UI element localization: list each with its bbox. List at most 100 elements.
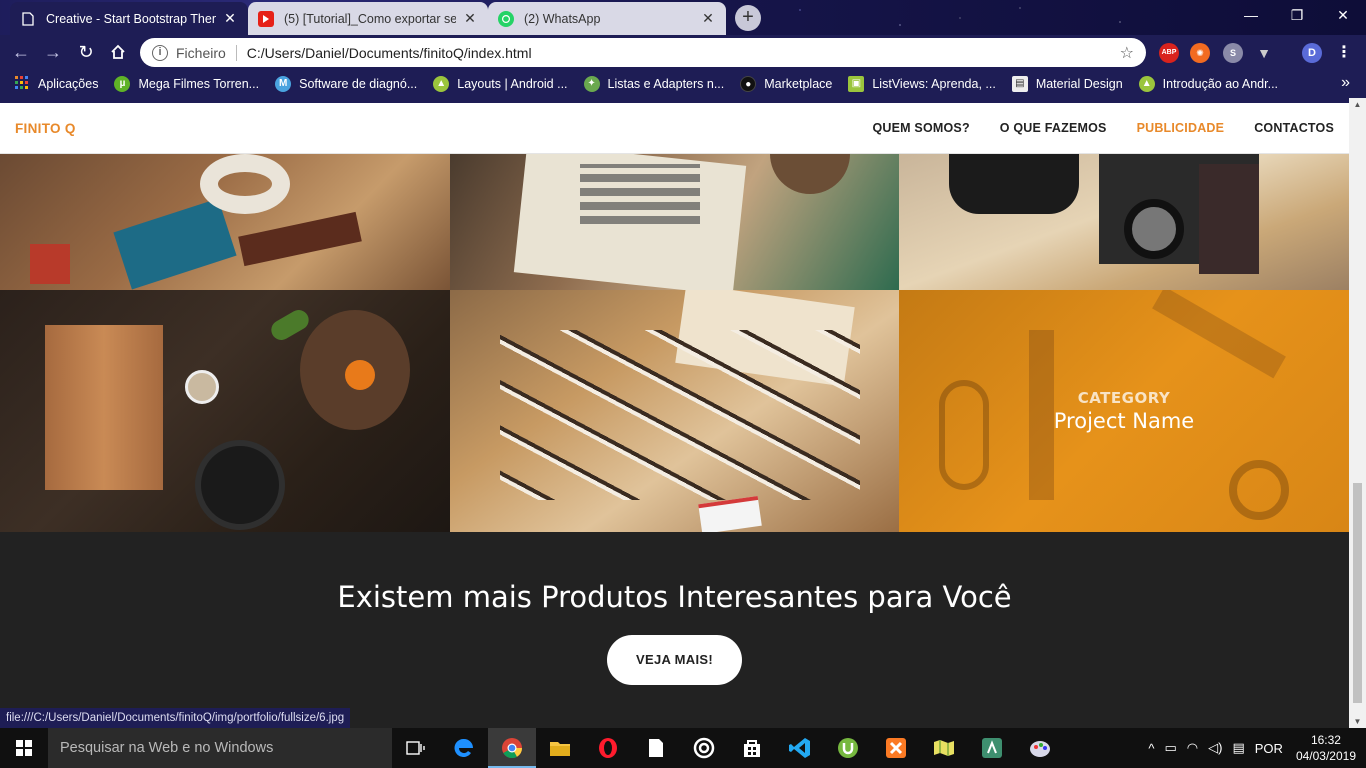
project-name: Project Name bbox=[1053, 409, 1195, 433]
m-logo-icon: M bbox=[275, 76, 292, 92]
tab-title: (5) [Tutorial]_Como exportar seu bbox=[284, 11, 456, 26]
cta-heading: Existem mais Produtos Interesantes para … bbox=[337, 580, 1012, 614]
bookmark-item[interactable]: ▲ Layouts | Android ... bbox=[433, 76, 568, 92]
vscode-icon[interactable] bbox=[776, 728, 824, 768]
clock-time: 16:32 bbox=[1310, 733, 1341, 747]
android-studio-icon[interactable] bbox=[968, 728, 1016, 768]
forward-icon[interactable]: → bbox=[40, 39, 66, 65]
veja-mais-button[interactable]: VEJA MAIS! bbox=[607, 635, 742, 685]
bookmark-item[interactable]: ▲ Introdução ao Andr... bbox=[1138, 76, 1278, 92]
bookmarks-bar: Aplicações µ Mega Filmes Torren... M Sof… bbox=[0, 70, 1366, 98]
whatsapp-icon bbox=[498, 10, 514, 27]
system-tray: ^ ▭ ◠ ◁) ▤ POR 16:32 04/03/2019 bbox=[1143, 728, 1366, 768]
close-icon[interactable]: ✕ bbox=[222, 10, 238, 27]
chrome-icon[interactable] bbox=[488, 728, 536, 768]
store-icon[interactable] bbox=[728, 728, 776, 768]
windows-taskbar: Pesquisar na Web e no Windows ^ ▭ ◠ ◁) ▤… bbox=[0, 728, 1366, 768]
paint-icon[interactable] bbox=[1016, 728, 1064, 768]
system-clock[interactable]: 16:32 04/03/2019 bbox=[1296, 732, 1356, 764]
page-scrollbar[interactable]: ▲ ▼ bbox=[1349, 98, 1366, 728]
bookmark-item[interactable]: µ Mega Filmes Torren... bbox=[114, 76, 259, 92]
bookmark-item[interactable]: M Software de diagnó... bbox=[275, 76, 417, 92]
close-icon[interactable]: ✕ bbox=[700, 10, 716, 27]
address-bar[interactable]: i Ficheiro C:/Users/Daniel/Documents/fin… bbox=[140, 38, 1146, 67]
map-app-icon[interactable] bbox=[920, 728, 968, 768]
portfolio-tile-3[interactable] bbox=[899, 154, 1349, 290]
menu-item-contactos[interactable]: CONTACTOS bbox=[1254, 121, 1334, 135]
notepad-icon[interactable] bbox=[632, 728, 680, 768]
back-icon[interactable]: ← bbox=[8, 39, 34, 65]
portfolio-tile-5[interactable] bbox=[450, 290, 899, 532]
menu-item-quem-somos[interactable]: QUEM SOMOS? bbox=[872, 121, 969, 135]
tab-title: (2) WhatsApp bbox=[524, 11, 601, 26]
taskbar-search-input[interactable]: Pesquisar na Web e no Windows bbox=[48, 728, 392, 768]
bookmark-item[interactable]: Aplicações bbox=[14, 76, 98, 92]
profile-avatar[interactable]: D bbox=[1302, 43, 1322, 63]
notification-icon[interactable]: ▤ bbox=[1232, 740, 1244, 756]
opera-icon[interactable] bbox=[584, 728, 632, 768]
bookmark-item[interactable]: ▤ Material Design bbox=[1011, 76, 1123, 92]
tab-creative[interactable]: Creative - Start Bootstrap Theme ✕ bbox=[10, 2, 248, 35]
chevron-right-icon[interactable]: » bbox=[1341, 74, 1350, 92]
tab-whatsapp[interactable]: (2) WhatsApp ✕ bbox=[488, 2, 726, 35]
project-category: CATEGORY bbox=[1077, 389, 1171, 407]
chevron-up-icon[interactable]: ^ bbox=[1148, 741, 1154, 756]
portfolio-tile-2[interactable] bbox=[450, 154, 899, 290]
project-overlay: CATEGORY Project Name bbox=[899, 290, 1349, 532]
volume-icon[interactable]: ◁) bbox=[1208, 740, 1222, 756]
scroll-down-icon[interactable]: ▼ bbox=[1349, 717, 1366, 726]
skype-icon[interactable]: S bbox=[1223, 43, 1243, 63]
restore-icon[interactable]: ❐ bbox=[1274, 0, 1320, 30]
page-icon bbox=[20, 11, 36, 27]
address-scheme: Ficheiro bbox=[176, 44, 226, 61]
bookmark-item[interactable]: ✦ Listas e Adapters n... bbox=[583, 76, 724, 92]
bookmark-star-icon[interactable]: ☆ bbox=[1120, 43, 1134, 63]
menu-item-o-que-fazemos[interactable]: O QUE FAZEMOS bbox=[1000, 121, 1107, 135]
portfolio-tile-1[interactable] bbox=[0, 154, 450, 290]
target-app-icon[interactable] bbox=[680, 728, 728, 768]
vpn-icon[interactable]: ▼ bbox=[1254, 43, 1274, 63]
scroll-up-icon[interactable]: ▲ bbox=[1349, 100, 1366, 109]
youtube-icon bbox=[258, 10, 274, 27]
file-explorer-icon[interactable] bbox=[536, 728, 584, 768]
site-brand[interactable]: FINITO Q bbox=[15, 121, 76, 136]
close-icon[interactable]: ✕ bbox=[462, 10, 478, 27]
bookmark-item[interactable]: ● Marketplace bbox=[740, 76, 832, 92]
adblock-icon[interactable]: ABP bbox=[1159, 43, 1179, 63]
wifi-icon[interactable]: ◠ bbox=[1187, 740, 1198, 756]
windows-start-icon[interactable] bbox=[0, 728, 48, 768]
new-tab-button[interactable]: + bbox=[735, 5, 761, 31]
material-icon: ▤ bbox=[1011, 76, 1028, 92]
page-viewport: FINITO Q QUEM SOMOS? O QUE FAZEMOS PUBLI… bbox=[0, 98, 1366, 728]
address-url: C:/Users/Daniel/Documents/finitoQ/index.… bbox=[246, 44, 532, 61]
android-icon: ▲ bbox=[1138, 76, 1155, 92]
reload-icon[interactable]: ↻ bbox=[73, 39, 99, 65]
tab-title: Creative - Start Bootstrap Theme bbox=[46, 11, 216, 26]
site-navbar: FINITO Q QUEM SOMOS? O QUE FAZEMOS PUBLI… bbox=[0, 103, 1349, 154]
close-window-icon[interactable]: ✕ bbox=[1320, 0, 1366, 30]
portfolio-tile-6[interactable]: CATEGORY Project Name bbox=[899, 290, 1349, 532]
task-view-icon[interactable] bbox=[392, 728, 440, 768]
info-icon[interactable]: i bbox=[152, 44, 168, 61]
github-icon: ● bbox=[740, 76, 757, 92]
xampp-icon[interactable] bbox=[872, 728, 920, 768]
android-icon: ✦ bbox=[583, 76, 600, 92]
portfolio-tile-4[interactable] bbox=[0, 290, 450, 532]
bookmark-item[interactable]: ▣ ListViews: Aprenda, ... bbox=[848, 76, 996, 92]
battery-icon[interactable]: ▭ bbox=[1165, 740, 1177, 756]
scrollbar-thumb[interactable] bbox=[1353, 483, 1362, 703]
android-icon: ▣ bbox=[848, 76, 865, 92]
browser-tab-strip: Creative - Start Bootstrap Theme ✕ (5) [… bbox=[0, 0, 1366, 35]
menu-item-publicidade[interactable]: PUBLICIDADE bbox=[1137, 121, 1225, 135]
edge-icon[interactable] bbox=[440, 728, 488, 768]
extension-icon[interactable]: ✺ bbox=[1190, 43, 1210, 63]
android-icon: ▲ bbox=[433, 76, 450, 92]
tab-youtube[interactable]: (5) [Tutorial]_Como exportar seu ✕ bbox=[248, 2, 488, 35]
language-indicator[interactable]: POR bbox=[1255, 741, 1283, 756]
minimize-icon[interactable]: — bbox=[1228, 0, 1274, 30]
home-icon[interactable] bbox=[105, 39, 131, 65]
utorrent-icon[interactable] bbox=[824, 728, 872, 768]
cta-section: Existem mais Produtos Interesantes para … bbox=[0, 532, 1349, 728]
menu-icon[interactable]: ⋮ bbox=[1334, 43, 1354, 63]
site-menu: QUEM SOMOS? O QUE FAZEMOS PUBLICIDADE CO… bbox=[872, 121, 1349, 135]
